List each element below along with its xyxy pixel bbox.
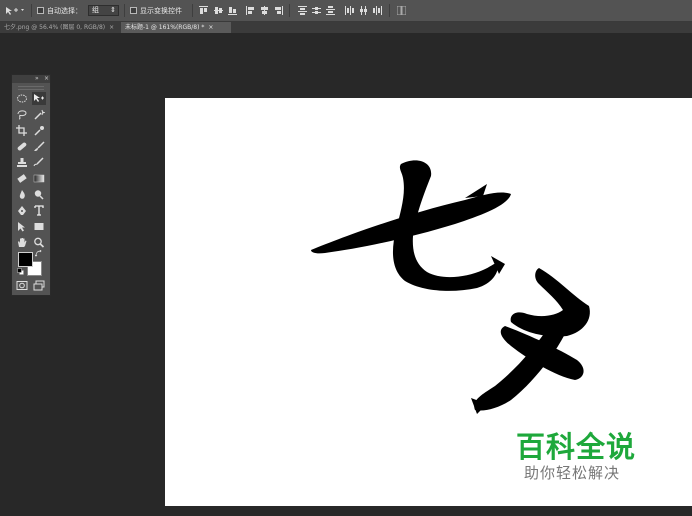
tab-close-icon[interactable]: × xyxy=(208,24,213,31)
eyedropper-icon xyxy=(34,126,44,136)
separator xyxy=(389,4,390,17)
move-tool-icon xyxy=(34,94,44,102)
align-bottom-edges-icon[interactable] xyxy=(228,6,237,15)
history-brush-tool[interactable] xyxy=(32,156,46,169)
path-selection-icon xyxy=(18,222,25,232)
move-tool-icon xyxy=(6,7,24,15)
crop-icon xyxy=(16,125,27,136)
tools-panel: » × xyxy=(11,74,51,296)
hand-icon xyxy=(18,238,27,247)
history-brush-icon xyxy=(33,157,44,167)
stamp-icon xyxy=(17,158,27,167)
distribute-right-edges-icon[interactable] xyxy=(373,6,382,15)
pen-tool[interactable] xyxy=(15,204,29,217)
eyedropper-tool[interactable] xyxy=(32,124,46,137)
document-tab-bar: 七夕.png @ 56.4% (图层 0, RGB/8) × 未标题-1 @ 16… xyxy=(0,22,692,33)
distribute-bottom-edges-icon[interactable] xyxy=(326,6,335,15)
separator xyxy=(31,4,32,17)
options-bar: 自动选择： 组 ⇕ 显示变换控件 xyxy=(0,0,692,22)
pen-icon xyxy=(18,206,26,215)
zoom-icon xyxy=(34,237,45,248)
watermark-title: 百科全说 xyxy=(516,430,637,464)
magic-wand-icon xyxy=(34,109,45,120)
gradient-tool[interactable] xyxy=(32,172,46,185)
rectangle-tool[interactable] xyxy=(32,220,46,233)
show-transform-label: 显示变换控件 xyxy=(140,6,182,15)
rectangle-shape-icon xyxy=(34,223,44,230)
eraser-icon xyxy=(17,174,27,183)
foreground-color-swatch[interactable] xyxy=(18,252,33,267)
distribute-horizontal-centers-icon[interactable] xyxy=(359,6,368,15)
marquee-tool[interactable] xyxy=(15,92,29,105)
blur-tool[interactable] xyxy=(15,188,29,201)
screen-mode-icon xyxy=(33,280,45,291)
auto-select-label: 自动选择： xyxy=(47,6,82,15)
tab-close-icon[interactable]: × xyxy=(109,24,114,31)
auto-select-check[interactable] xyxy=(37,7,44,14)
swap-colors-icon[interactable] xyxy=(35,250,42,257)
type-icon xyxy=(34,205,44,216)
tools-panel-header[interactable]: » × xyxy=(12,75,50,83)
tools-panel-grip[interactable] xyxy=(18,86,44,90)
move-tool[interactable] xyxy=(32,92,46,105)
quick-selection-tool[interactable] xyxy=(32,108,46,121)
brush-tool[interactable] xyxy=(32,140,46,153)
align-top-edges-icon[interactable] xyxy=(199,6,208,15)
separator xyxy=(289,4,290,17)
default-colors-icon[interactable] xyxy=(17,268,24,275)
clone-stamp-tool[interactable] xyxy=(15,156,29,169)
healing-brush-tool[interactable] xyxy=(15,140,29,153)
type-tool[interactable] xyxy=(32,204,46,217)
dodge-icon xyxy=(34,190,44,200)
dodge-tool[interactable] xyxy=(32,188,46,201)
auto-align-layers-icon[interactable] xyxy=(397,6,406,15)
tab-label: 未标题-1 @ 161%(RGB/8) * xyxy=(125,24,205,31)
auto-select-target-value: 组 xyxy=(92,6,99,14)
document-tab-qixi-png[interactable]: 七夕.png @ 56.4% (图层 0, RGB/8) × xyxy=(0,22,124,33)
separator xyxy=(124,4,125,17)
distribute-top-edges-icon[interactable] xyxy=(298,6,307,15)
band-aid-icon xyxy=(17,142,27,151)
close-panel-icon[interactable]: × xyxy=(44,75,49,83)
auto-select-checkbox[interactable]: 自动选择： xyxy=(37,0,82,21)
watermark-subtitle: 助你轻松解决 xyxy=(524,464,621,482)
show-transform-controls-checkbox[interactable]: 显示变换控件 xyxy=(130,0,182,21)
collapse-panel-icon[interactable]: » xyxy=(35,75,39,83)
quick-mask-button[interactable] xyxy=(15,279,29,292)
zoom-tool[interactable] xyxy=(32,236,46,249)
path-selection-tool[interactable] xyxy=(15,220,29,233)
move-tool-preset-picker[interactable] xyxy=(4,0,26,21)
align-vertical-centers-icon[interactable] xyxy=(214,6,223,15)
distribute-left-edges-icon[interactable] xyxy=(345,6,354,15)
gradient-icon xyxy=(33,174,45,183)
select-arrows-icon: ⇕ xyxy=(110,6,116,14)
lasso-tool[interactable] xyxy=(15,108,29,121)
water-drop-icon xyxy=(19,190,25,199)
quick-mask-icon xyxy=(16,281,28,290)
crop-tool[interactable] xyxy=(15,124,29,137)
align-horizontal-centers-icon[interactable] xyxy=(260,6,269,15)
hand-tool[interactable] xyxy=(15,236,29,249)
align-left-edges-icon[interactable] xyxy=(246,6,255,15)
document-tab-untitled-1[interactable]: 未标题-1 @ 161%(RGB/8) * × xyxy=(121,22,231,33)
brush-icon xyxy=(34,141,45,151)
separator xyxy=(192,4,193,17)
distribute-vertical-centers-icon[interactable] xyxy=(312,6,321,15)
auto-select-target-select[interactable]: 组 ⇕ xyxy=(88,5,119,16)
show-transform-check[interactable] xyxy=(130,7,137,14)
tab-label: 七夕.png @ 56.4% (图层 0, RGB/8) xyxy=(4,24,106,31)
eraser-tool[interactable] xyxy=(15,172,29,185)
align-right-edges-icon[interactable] xyxy=(274,6,283,15)
elliptical-marquee-icon xyxy=(17,94,27,103)
lasso-icon xyxy=(17,110,27,120)
screen-mode-button[interactable] xyxy=(32,279,46,292)
